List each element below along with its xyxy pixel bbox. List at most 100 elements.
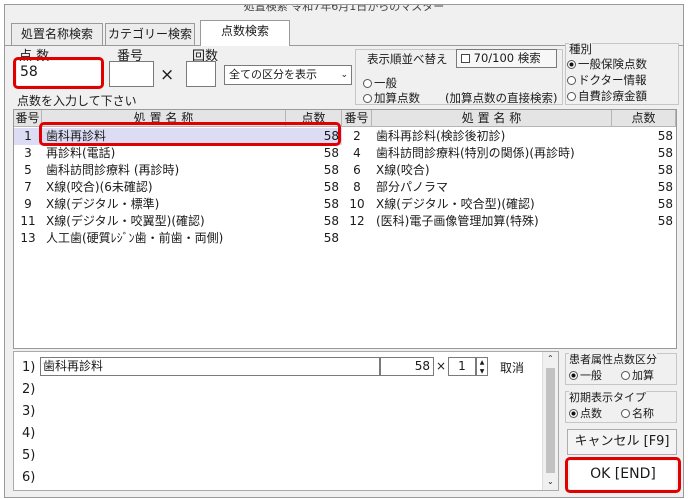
- sort-addon-radio[interactable]: 加算点数: [363, 90, 420, 106]
- initial-name-label: 名称: [632, 407, 654, 420]
- radio-icon: [363, 94, 372, 103]
- row-name[interactable]: X線(咬合)(6未確認): [42, 179, 286, 196]
- row-points: 58: [612, 162, 676, 179]
- selected-row-index: 4): [22, 426, 36, 441]
- sort-label: 表示順並べ替え: [367, 52, 448, 66]
- dialog-window: 処置検索 令和7年6月1日からのマスター 処置名称検索 カテゴリー検索 点数検索…: [4, 4, 684, 498]
- row-points: 58: [286, 145, 342, 162]
- patient-general-radio[interactable]: 一般: [569, 367, 602, 383]
- row-number: 12: [342, 213, 372, 230]
- tab-points-search[interactable]: 点数検索: [200, 20, 290, 46]
- initial-points-radio[interactable]: 点数: [569, 405, 602, 421]
- sort-general-label: 一般: [374, 76, 397, 90]
- row-name[interactable]: 部分パノラマ: [372, 179, 612, 196]
- row-points: 58: [612, 179, 676, 196]
- selected-row-highlight: [39, 122, 341, 146]
- row-name[interactable]: (医科)電子画像管理加算(特殊): [372, 213, 612, 230]
- scrollbar-thumb[interactable]: [546, 368, 555, 473]
- scroll-up-icon[interactable]: ⌃: [547, 354, 554, 363]
- scrollbar[interactable]: ⌃ ⌄: [542, 352, 558, 490]
- row-name[interactable]: X線(デジタル・咬翼型)(確認): [42, 213, 286, 230]
- row-name[interactable]: X線(デジタル・咬合型)(確認): [372, 196, 612, 213]
- category-label: 種別: [569, 41, 592, 57]
- filter-select[interactable]: 全ての区分を表示 ⌄: [224, 65, 352, 85]
- multiply-sign: ×: [160, 65, 175, 85]
- left-header-no: 番号: [14, 110, 42, 127]
- patient-addon-radio[interactable]: 加算: [621, 367, 654, 383]
- percent-checkbox[interactable]: 70/100 検索: [456, 49, 557, 68]
- row-points: 58: [612, 145, 676, 162]
- radio-icon: [567, 76, 576, 85]
- initial-name-radio[interactable]: 名称: [621, 405, 654, 421]
- initial-points-label: 点数: [580, 407, 602, 420]
- row-name[interactable]: 歯科訪問診療料(特別の関係)(再診時): [372, 145, 612, 162]
- row-points: 58: [612, 196, 676, 213]
- window-title: 処置検索 令和7年6月1日からのマスター: [5, 5, 683, 13]
- times-sign: ×: [436, 359, 447, 373]
- quantity-input[interactable]: 1: [448, 357, 476, 376]
- selected-items-panel: 1) 2) 3) 4) 5) 6) 歯科再診料 58 × 1 ▲ ▼ 取消 ⌃ ⌄: [13, 351, 559, 491]
- selected-item-name[interactable]: 歯科再診料: [40, 357, 380, 376]
- percent-checkbox-label: 70/100 検索: [473, 51, 541, 65]
- sort-general-radio[interactable]: 一般: [363, 75, 397, 91]
- category-doctor-radio[interactable]: ドクター情報: [567, 72, 647, 88]
- category-insurance-radio[interactable]: 一般保険点数: [567, 56, 647, 72]
- category-selfpay-label: 自費診療金額: [578, 89, 647, 103]
- row-number: 8: [342, 179, 372, 196]
- ok-button[interactable]: OK [END]: [570, 461, 676, 489]
- points-input[interactable]: 58: [17, 61, 101, 85]
- radio-selected-icon: [567, 60, 576, 69]
- cancel-item-button[interactable]: 取消: [500, 359, 524, 376]
- radio-selected-icon: [569, 409, 578, 418]
- row-points: 58: [286, 213, 342, 230]
- row-name[interactable]: X線(咬合): [372, 162, 612, 179]
- row-number: 1: [14, 128, 42, 145]
- search-hint: 点数を入力して下さい: [17, 94, 137, 108]
- number-input[interactable]: [109, 61, 154, 87]
- sort-addon-label: 加算点数: [374, 91, 420, 105]
- row-name[interactable]: X線(デジタル・標準): [42, 196, 286, 213]
- radio-selected-icon: [569, 371, 578, 380]
- patient-attr-label: 患者属性点数区分: [569, 351, 657, 367]
- quantity-stepper[interactable]: ▲ ▼: [476, 357, 488, 376]
- patient-general-label: 一般: [580, 369, 602, 382]
- filter-select-value: 全ての区分を表示: [229, 68, 317, 81]
- tab-category-search[interactable]: カテゴリー検索: [105, 23, 195, 45]
- row-name[interactable]: 人工歯(硬質ﾚｼﾞﾝ歯・前歯・両側): [42, 230, 286, 247]
- selected-row-index: 5): [22, 448, 36, 463]
- chevron-down-icon: ⌄: [340, 70, 348, 80]
- row-number: 4: [342, 145, 372, 162]
- radio-icon: [621, 409, 630, 418]
- category-doctor-label: ドクター情報: [578, 73, 647, 87]
- row-points: 58: [286, 230, 342, 247]
- initial-display-label: 初期表示タイプ: [569, 389, 646, 405]
- category-insurance-label: 一般保険点数: [578, 57, 647, 71]
- scroll-down-icon[interactable]: ⌄: [547, 477, 554, 486]
- tab-name-search[interactable]: 処置名称検索: [11, 23, 103, 45]
- row-points: 58: [612, 128, 676, 145]
- radio-icon: [363, 79, 372, 88]
- row-name[interactable]: 歯科再診料(検診後初診): [372, 128, 612, 145]
- row-number: 5: [14, 162, 42, 179]
- right-header-name: 処 置 名 称: [372, 110, 612, 127]
- row-points: 58: [286, 162, 342, 179]
- row-number: 10: [342, 196, 372, 213]
- row-number: 3: [14, 145, 42, 162]
- row-number: 9: [14, 196, 42, 213]
- selected-row-index: 1): [22, 360, 36, 375]
- selected-row-index: 3): [22, 404, 36, 419]
- selected-item-points[interactable]: 58: [380, 357, 434, 376]
- selected-row-index: 2): [22, 382, 36, 397]
- category-selfpay-radio[interactable]: 自費診療金額: [567, 88, 647, 104]
- row-number: 13: [14, 230, 42, 247]
- cancel-button[interactable]: キャンセル [F9]: [567, 429, 677, 455]
- row-name[interactable]: 歯科訪問診療料 (再診時): [42, 162, 286, 179]
- patient-addon-label: 加算: [632, 369, 654, 382]
- row-points: 58: [286, 179, 342, 196]
- count-input[interactable]: [186, 61, 216, 87]
- row-name[interactable]: 再診料(電話): [42, 145, 286, 162]
- row-points: 58: [286, 196, 342, 213]
- row-number: 11: [14, 213, 42, 230]
- checkbox-box: [461, 54, 470, 63]
- sort-addon-note: (加算点数の直接検索): [445, 91, 558, 105]
